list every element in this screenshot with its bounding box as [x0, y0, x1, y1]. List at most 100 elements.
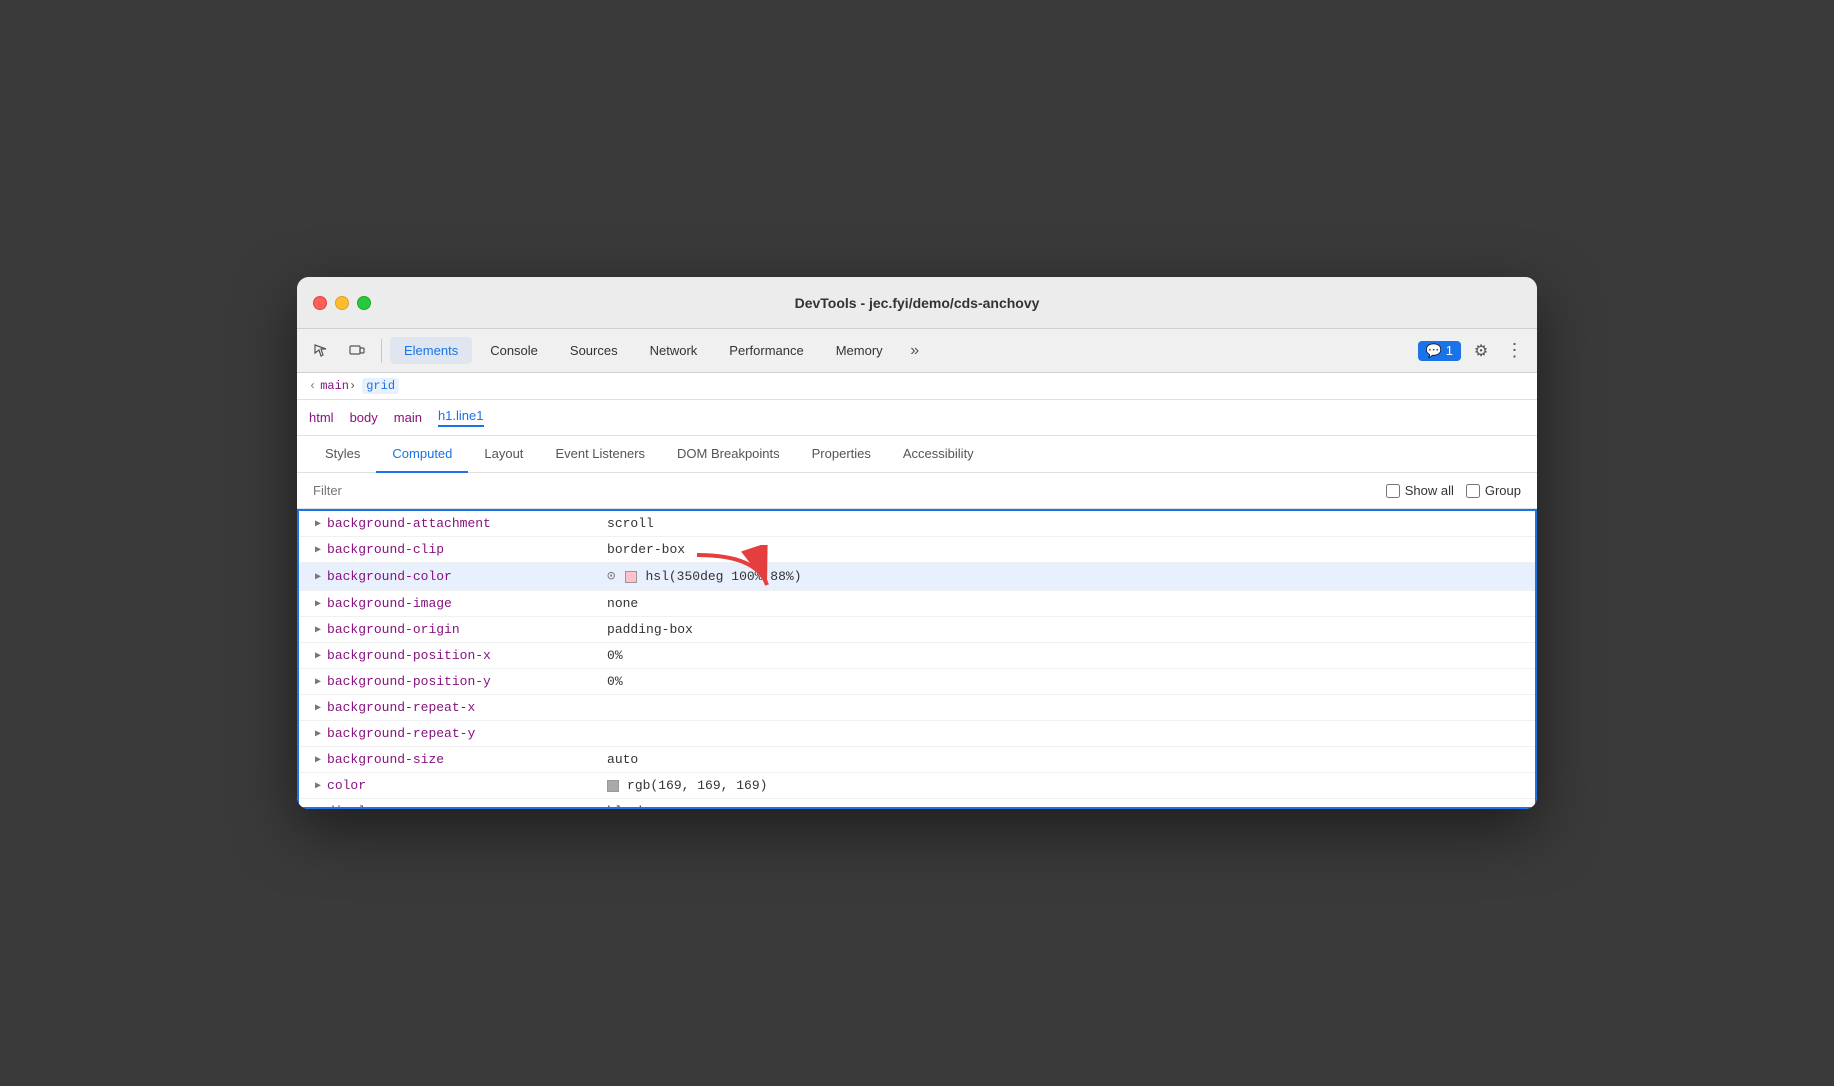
- prop-name-bg-color: background-color: [327, 569, 607, 584]
- panel-tab-computed[interactable]: Computed: [376, 436, 468, 473]
- filter-input-wrap: [313, 483, 513, 498]
- expand-icon: ▶: [315, 702, 321, 714]
- prop-name: background-repeat-y: [327, 726, 607, 741]
- more-options-button[interactable]: ⋮: [1501, 337, 1529, 365]
- prop-value: scroll: [607, 516, 654, 531]
- breadcrumb-grid-badge: grid: [362, 379, 399, 393]
- minimize-button[interactable]: [335, 296, 349, 310]
- expand-icon: ▶: [315, 728, 321, 740]
- panel-tab-layout[interactable]: Layout: [468, 436, 539, 473]
- more-tabs-button[interactable]: »: [901, 337, 929, 365]
- three-dots-icon: ⋮: [1506, 340, 1525, 361]
- prop-value-color: rgb(169, 169, 169): [607, 778, 767, 793]
- prop-name: display: [327, 804, 607, 809]
- panel-tab-event-listeners[interactable]: Event Listeners: [539, 436, 661, 473]
- device-toggle-button[interactable]: [341, 335, 373, 367]
- table-row[interactable]: ▶ background-image none: [299, 591, 1535, 617]
- chat-icon: 💬: [1426, 343, 1442, 359]
- prop-value: block: [607, 804, 646, 809]
- prop-name: background-size: [327, 752, 607, 767]
- gear-icon: ⚙: [1474, 341, 1488, 361]
- filter-input[interactable]: [313, 483, 513, 498]
- chat-badge[interactable]: 💬 1: [1418, 341, 1461, 361]
- prop-name: background-repeat-x: [327, 700, 607, 715]
- element-nav-body[interactable]: body: [350, 410, 378, 425]
- table-row[interactable]: ▶ background-repeat-x: [299, 695, 1535, 721]
- filter-bar: Show all Group: [297, 473, 1537, 509]
- panel-tab-styles[interactable]: Styles: [309, 436, 376, 473]
- table-row[interactable]: ▶ background-position-y 0%: [299, 669, 1535, 695]
- toolbar-right: 💬 1 ⚙ ⋮: [1418, 337, 1529, 365]
- table-row-highlighted[interactable]: ▶ background-color ⊙ hsl(350deg 100% 88%…: [299, 563, 1535, 591]
- color-swatch-gray[interactable]: [607, 780, 619, 792]
- panel-tab-properties[interactable]: Properties: [796, 436, 887, 473]
- prop-value: none: [607, 596, 638, 611]
- prop-value: border-box: [607, 542, 685, 557]
- group-label[interactable]: Group: [1466, 483, 1521, 498]
- close-button[interactable]: [313, 296, 327, 310]
- show-all-label[interactable]: Show all: [1386, 483, 1454, 498]
- element-nav: html body main h1.line1: [297, 400, 1537, 436]
- window-title: DevTools - jec.fyi/demo/cds-anchovy: [795, 295, 1040, 311]
- breadcrumb-arrow: ‹ main ›: [309, 379, 356, 393]
- tab-performance[interactable]: Performance: [715, 337, 817, 364]
- inspect-element-button[interactable]: [305, 335, 337, 367]
- table-row[interactable]: ▶ background-repeat-y: [299, 721, 1535, 747]
- maximize-button[interactable]: [357, 296, 371, 310]
- expand-icon: ▶: [315, 650, 321, 662]
- element-nav-main[interactable]: main: [394, 410, 422, 425]
- prop-name: background-image: [327, 596, 607, 611]
- prop-value: padding-box: [607, 622, 693, 637]
- filter-options: Show all Group: [1386, 483, 1521, 498]
- expand-icon: ▶: [315, 806, 321, 810]
- table-row[interactable]: ▶ background-clip border-box: [299, 537, 1535, 563]
- prop-value: 0%: [607, 674, 623, 689]
- title-bar: DevTools - jec.fyi/demo/cds-anchovy: [297, 277, 1537, 329]
- panel-tab-dom-breakpoints[interactable]: DOM Breakpoints: [661, 436, 796, 473]
- element-nav-html[interactable]: html: [309, 410, 334, 425]
- tab-console[interactable]: Console: [476, 337, 552, 364]
- tab-memory[interactable]: Memory: [822, 337, 897, 364]
- traffic-lights: [313, 296, 371, 310]
- prop-value: auto: [607, 752, 638, 767]
- table-row[interactable]: ▶ background-attachment scroll: [299, 511, 1535, 537]
- table-row[interactable]: ▶ color rgb(169, 169, 169): [299, 773, 1535, 799]
- devtools-window: DevTools - jec.fyi/demo/cds-anchovy Elem…: [297, 277, 1537, 809]
- group-checkbox[interactable]: [1466, 484, 1480, 498]
- prop-name: color: [327, 778, 607, 793]
- expand-icon: ▶: [315, 571, 321, 583]
- color-swatch[interactable]: [625, 571, 637, 583]
- toolbar-divider: [381, 339, 382, 363]
- expand-icon: ▶: [315, 518, 321, 530]
- table-row[interactable]: ▶ display block: [299, 799, 1535, 809]
- prop-value: 0%: [607, 648, 623, 663]
- main-toolbar: Elements Console Sources Network Perform…: [297, 329, 1537, 373]
- show-all-text: Show all: [1405, 483, 1454, 498]
- prop-name: background-position-x: [327, 648, 607, 663]
- table-row[interactable]: ▶ background-position-x 0%: [299, 643, 1535, 669]
- expand-icon: ▶: [315, 754, 321, 766]
- prop-value-bg-color: ⊙ hsl(350deg 100% 88%): [607, 568, 801, 585]
- tab-sources[interactable]: Sources: [556, 337, 632, 364]
- tag-breadcrumb: ‹ main › grid: [297, 373, 1537, 400]
- css-properties-panel: ▶ background-attachment scroll ▶ backgro…: [297, 509, 1537, 809]
- prop-name: background-origin: [327, 622, 607, 637]
- settings-button[interactable]: ⚙: [1467, 337, 1495, 365]
- override-circle-icon: ⊙: [607, 568, 615, 585]
- expand-icon: ▶: [315, 544, 321, 556]
- prop-name: background-clip: [327, 542, 607, 557]
- panel-tab-accessibility[interactable]: Accessibility: [887, 436, 990, 473]
- panel-tabs: Styles Computed Layout Event Listeners D…: [297, 436, 1537, 473]
- tab-network[interactable]: Network: [636, 337, 712, 364]
- show-all-checkbox[interactable]: [1386, 484, 1400, 498]
- tab-elements[interactable]: Elements: [390, 337, 472, 364]
- properties-container: ▶ background-attachment scroll ▶ backgro…: [297, 509, 1537, 809]
- element-nav-h1[interactable]: h1.line1: [438, 408, 484, 427]
- expand-icon: ▶: [315, 598, 321, 610]
- prop-name: background-position-y: [327, 674, 607, 689]
- table-row[interactable]: ▶ background-origin padding-box: [299, 617, 1535, 643]
- expand-icon: ▶: [315, 624, 321, 636]
- prop-name: background-attachment: [327, 516, 607, 531]
- chat-count: 1: [1446, 343, 1453, 358]
- table-row[interactable]: ▶ background-size auto: [299, 747, 1535, 773]
